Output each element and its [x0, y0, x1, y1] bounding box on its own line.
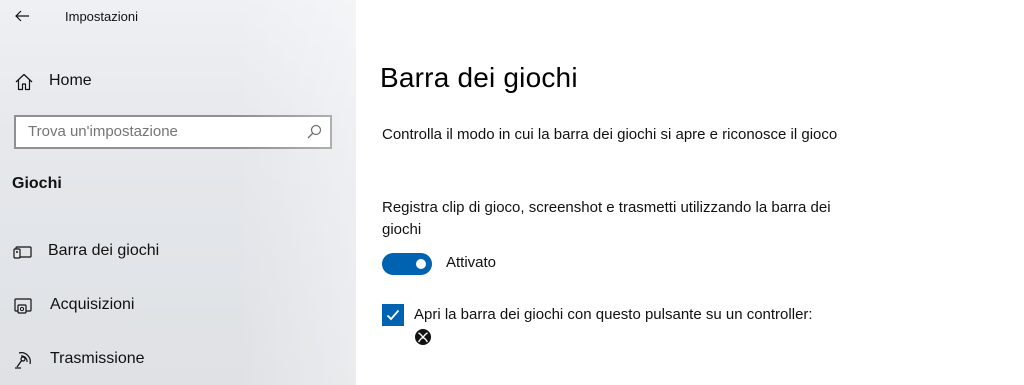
toggle-state-label: Attivato: [446, 254, 497, 271]
captures-icon: [14, 298, 32, 314]
record-toggle[interactable]: [382, 253, 432, 275]
nav-home[interactable]: Home: [0, 64, 340, 100]
controller-checkbox[interactable]: [382, 304, 404, 326]
game-bar-icon: [13, 246, 32, 259]
sidebar-item-label: Barra dei giochi: [48, 242, 160, 259]
page-description: Controlla il modo in cui la barra dei gi…: [382, 126, 838, 143]
page-title: Barra dei giochi: [380, 62, 578, 93]
xbox-icon: [415, 329, 431, 345]
section-title: Giochi: [12, 175, 62, 192]
back-arrow-icon: [15, 10, 29, 22]
sidebar-item-broadcasting[interactable]: Trasmissione: [0, 342, 340, 378]
sidebar-item-captures[interactable]: Acquisizioni: [0, 288, 340, 324]
search-box[interactable]: [14, 115, 332, 149]
nav-home-label: Home: [49, 72, 92, 89]
sidebar-item-game-bar[interactable]: Barra dei giochi: [0, 234, 340, 270]
home-icon: [15, 73, 33, 91]
sidebar-item-label: Acquisizioni: [50, 296, 135, 313]
sidebar: Impostazioni Home Giochi Barra dei gioch…: [0, 0, 356, 385]
search-input[interactable]: [28, 117, 298, 147]
search-icon[interactable]: [306, 124, 322, 140]
app-title: Impostazioni: [65, 9, 138, 24]
record-setting-label: Registra clip di gioco, screenshot e tra…: [382, 199, 831, 238]
toggle-knob: [416, 259, 426, 269]
controller-option-label: Apri la barra dei giochi con questo puls…: [414, 306, 813, 323]
broadcasting-icon: [15, 352, 31, 369]
checkmark-icon: [386, 309, 400, 321]
sidebar-item-label: Trasmissione: [50, 350, 145, 367]
back-button[interactable]: [10, 4, 34, 28]
